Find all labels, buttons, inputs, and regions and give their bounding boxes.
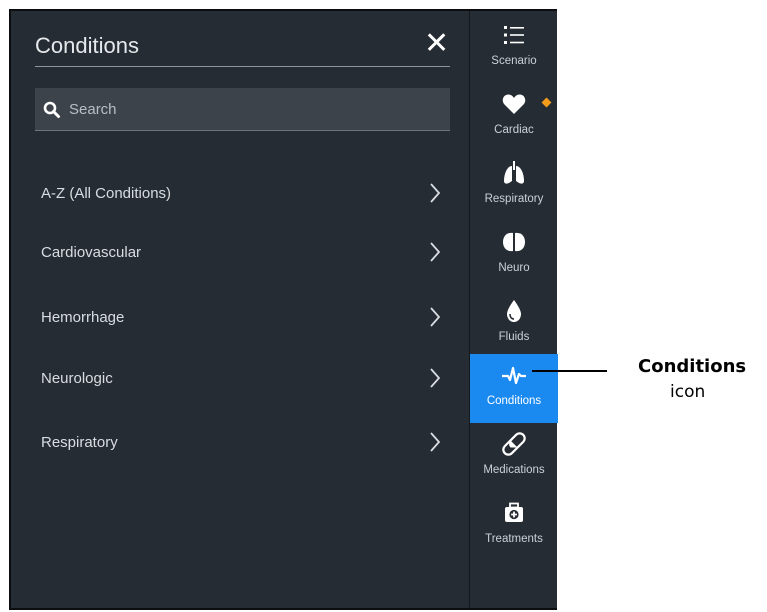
- callout-subtitle: icon: [670, 382, 706, 402]
- chevron-right-icon: [430, 242, 441, 262]
- sidebar-item-label: Neuro: [498, 262, 530, 274]
- sidebar-item-label: Cardiac: [494, 124, 534, 136]
- category-label: Cardiovascular: [41, 244, 142, 261]
- sidebar-item-respiratory[interactable]: Respiratory: [470, 152, 558, 221]
- callout-title: Conditions: [638, 356, 747, 377]
- search-input[interactable]: [69, 88, 439, 130]
- sidebar-item-scenario[interactable]: Scenario: [470, 14, 558, 83]
- sidebar-item-label: Treatments: [485, 533, 543, 545]
- category-item-respiratory[interactable]: Respiratory: [41, 423, 441, 463]
- sidebar-item-conditions[interactable]: Conditions: [470, 354, 558, 423]
- lungs-icon: [504, 161, 524, 184]
- sidebar-item-label: Medications: [483, 464, 545, 476]
- sidebar-item-medications[interactable]: Medications: [470, 423, 558, 492]
- brain-icon: [503, 232, 525, 252]
- sidebar-item-neuro[interactable]: Neuro: [470, 221, 558, 290]
- close-button[interactable]: ✕: [424, 29, 449, 59]
- category-item-hemorrhage[interactable]: Hemorrhage: [41, 298, 441, 338]
- pulse-icon: [502, 366, 526, 385]
- sidebar-item-fluids[interactable]: Fluids: [470, 290, 558, 359]
- sidebar-item-label: Conditions: [486, 395, 542, 407]
- sidebar-item-label: Fluids: [498, 331, 530, 343]
- pill-icon: [502, 432, 526, 456]
- category-label: Respiratory: [41, 434, 118, 451]
- chevron-right-icon: [430, 368, 441, 388]
- category-item-cardiovascular[interactable]: Cardiovascular: [41, 233, 441, 273]
- search-box[interactable]: [35, 88, 450, 131]
- sidebar-item-label: Respiratory: [484, 193, 544, 205]
- category-item-neurologic[interactable]: Neurologic: [41, 359, 441, 399]
- list-icon: [504, 26, 524, 44]
- callout-leader-line: [532, 370, 607, 372]
- chevron-right-icon: [430, 183, 441, 203]
- sidebar-item-treatments[interactable]: Treatments: [470, 492, 558, 561]
- category-label: A-Z (All Conditions): [41, 185, 172, 202]
- drop-icon: [507, 300, 521, 322]
- search-icon: [43, 101, 60, 118]
- category-item-a-z[interactable]: A-Z (All Conditions): [41, 174, 441, 214]
- chevron-right-icon: [430, 307, 441, 327]
- sidebar-item-label: Scenario: [491, 55, 537, 67]
- panel-title: Conditions: [35, 33, 139, 58]
- heart-icon: [502, 94, 526, 114]
- sidebar-item-cardiac[interactable]: Cardiac: [470, 83, 558, 152]
- category-label: Hemorrhage: [41, 309, 125, 326]
- tool-sidebar: Scenario Cardiac Respiratory Neuro Fluid…: [469, 11, 558, 608]
- chevron-right-icon: [430, 432, 441, 452]
- first-aid-kit-icon: [505, 502, 523, 522]
- app-window: Conditions ✕ A-Z (All Conditions) Cardio…: [9, 9, 558, 610]
- category-label: Neurologic: [41, 370, 113, 387]
- conditions-panel: Conditions ✕ A-Z (All Conditions) Cardio…: [11, 11, 469, 608]
- panel-header: Conditions ✕: [35, 29, 450, 67]
